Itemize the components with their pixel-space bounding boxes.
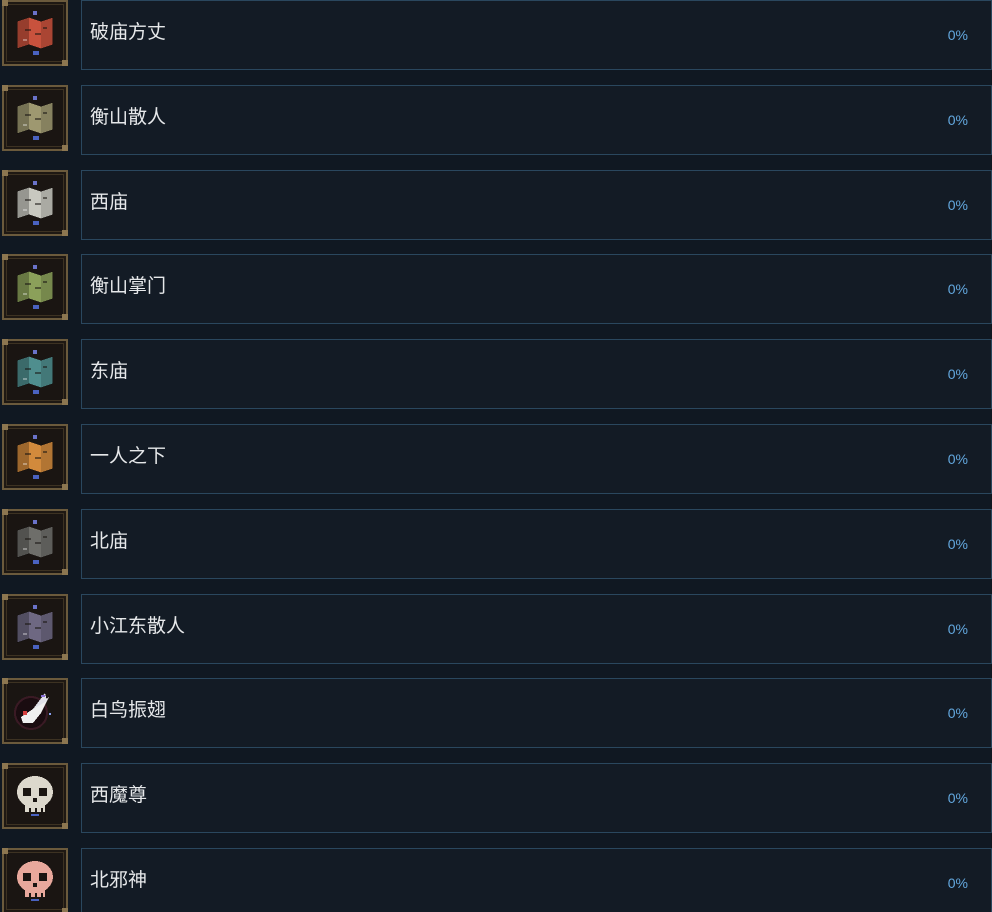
achievement-list: 破庙方丈 0% 衡山散人 0% 西庙 0% 衡山掌门 0% 东庙 0% 一人之下 0% 北庙 0% 小江东散… <box>0 0 992 912</box>
achievement-row[interactable]: 一人之下 0% <box>0 424 992 494</box>
achievement-bar: 破庙方丈 0% <box>81 0 992 70</box>
achievement-name: 西庙 <box>90 190 129 213</box>
green-map-scroll-icon <box>2 254 68 321</box>
achievement-name: 北邪神 <box>90 869 148 891</box>
achievement-row[interactable]: 东庙 0% <box>0 339 992 410</box>
achievement-name: 一人之下 <box>90 445 167 467</box>
achievement-row[interactable]: 破庙方丈 0% <box>0 0 992 70</box>
achievement-row[interactable]: 西庙 0% <box>0 169 992 240</box>
achievement-percent: 0% <box>947 535 968 552</box>
achievement-percent: 0% <box>947 620 968 637</box>
achievement-bar: 北邪神 0% <box>81 848 992 912</box>
achievement-percent: 0% <box>947 196 968 213</box>
achievement-percent: 0% <box>947 451 968 467</box>
achievement-bar: 一人之下 0% <box>81 424 992 494</box>
white-map-scroll-icon <box>2 169 68 236</box>
achievement-name: 西魔尊 <box>90 784 148 807</box>
achievement-percent: 0% <box>947 875 968 891</box>
achievement-percent: 0% <box>947 27 968 43</box>
achievement-name: 衡山散人 <box>90 105 167 128</box>
achievement-name: 小江东散人 <box>90 614 186 637</box>
achievement-bar: 西魔尊 0% <box>81 763 992 834</box>
achievement-bar: 北庙 0% <box>81 508 992 579</box>
achievement-bar: 衡山掌门 0% <box>81 254 992 325</box>
achievement-percent: 0% <box>947 366 968 383</box>
achievement-name: 东庙 <box>90 360 129 383</box>
achievement-percent: 0% <box>947 281 968 298</box>
achievement-percent: 0% <box>947 111 968 128</box>
teal-map-scroll-icon <box>2 339 68 406</box>
achievement-bar: 白鸟振翅 0% <box>81 678 992 749</box>
achievement-bar: 西庙 0% <box>81 169 992 240</box>
olive-map-scroll-icon <box>2 84 68 151</box>
achievement-percent: 0% <box>947 790 968 807</box>
achievement-row[interactable]: 衡山散人 0% <box>0 84 992 155</box>
orange-map-scroll-icon <box>2 424 68 490</box>
achievement-name: 北庙 <box>90 529 129 552</box>
achievement-row[interactable]: 北邪神 0% <box>0 848 992 912</box>
achievement-bar: 衡山散人 0% <box>81 84 992 155</box>
achievement-row[interactable]: 西魔尊 0% <box>0 763 992 834</box>
achievement-name: 破庙方丈 <box>90 21 167 43</box>
achievement-row[interactable]: 小江东散人 0% <box>0 593 992 664</box>
purple-map-scroll-icon <box>2 593 68 660</box>
achievement-name: 白鸟振翅 <box>90 699 167 722</box>
achievement-row[interactable]: 衡山掌门 0% <box>0 254 992 325</box>
red-map-scroll-icon <box>2 0 68 66</box>
white-skull-icon <box>2 763 68 830</box>
achievement-name: 衡山掌门 <box>90 275 167 298</box>
achievement-bar: 东庙 0% <box>81 339 992 410</box>
white-bird-icon <box>2 678 68 745</box>
gray-map-scroll-icon <box>2 508 68 575</box>
pink-skull-icon <box>2 848 68 912</box>
achievement-row[interactable]: 白鸟振翅 0% <box>0 678 992 749</box>
achievement-bar: 小江东散人 0% <box>81 593 992 664</box>
achievement-row[interactable]: 北庙 0% <box>0 508 992 579</box>
achievement-percent: 0% <box>947 705 968 722</box>
